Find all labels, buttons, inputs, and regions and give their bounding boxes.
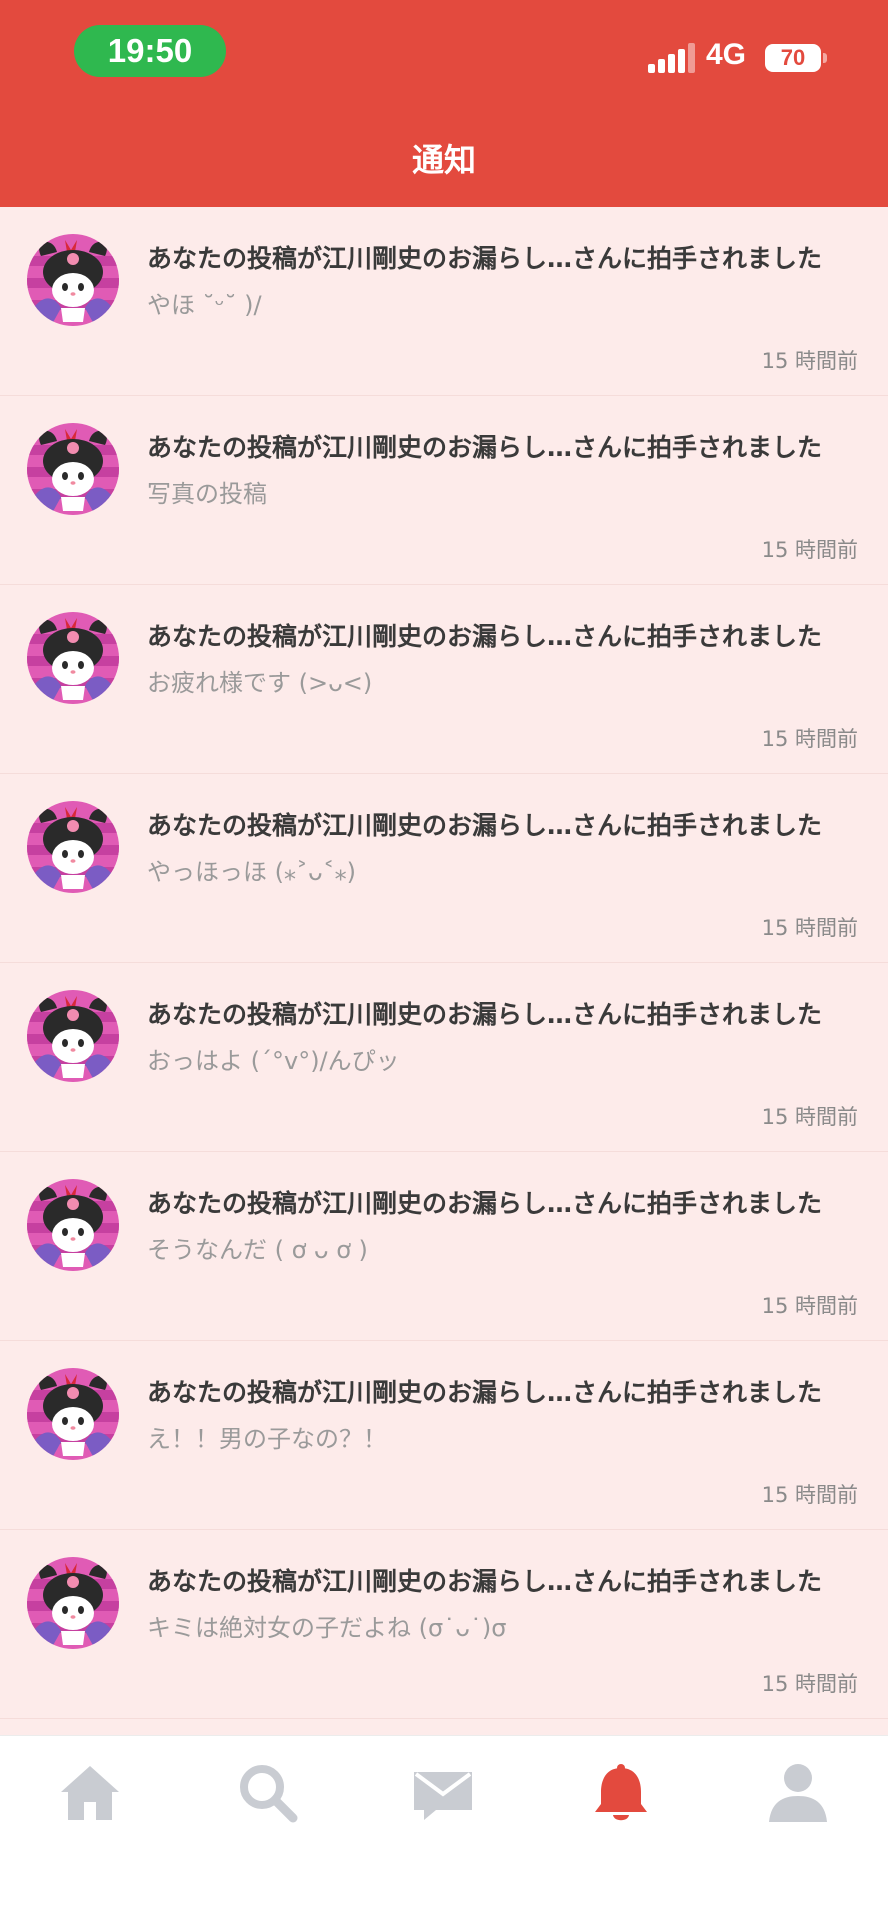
notification-item[interactable]: あなたの投稿が江川剛史のお漏らし…さんに拍手されました やほ ˘ᵕ˘ )/ 15 時… [0, 207, 888, 396]
notification-message: あなたの投稿が江川剛史のお漏らし…さんに拍手されました [147, 811, 823, 840]
status-time: 19:50 [74, 25, 226, 77]
notification-message: あなたの投稿が江川剛史のお漏らし…さんに拍手されました [147, 622, 823, 651]
mail-icon[interactable] [408, 1758, 478, 1828]
post-excerpt: 写真の投稿 [147, 480, 267, 508]
timestamp: 15 時間前 [761, 1483, 858, 1507]
post-excerpt: やほ ˘ᵕ˘ )/ [147, 291, 262, 319]
avatar[interactable] [27, 612, 119, 704]
notification-item[interactable]: あなたの投稿が江川剛史のお漏らし…さんに拍手されました 写真の投稿 15 時間前 [0, 396, 888, 585]
avatar[interactable] [27, 1179, 119, 1271]
avatar[interactable] [27, 801, 119, 893]
search-icon[interactable] [233, 1758, 303, 1828]
battery-tip [823, 53, 827, 63]
network-type: 4G [706, 38, 747, 71]
notification-message: あなたの投稿が江川剛史のお漏らし…さんに拍手されました [147, 244, 823, 273]
signal-icon [648, 43, 696, 73]
notification-item[interactable]: あなたの投稿が江川剛史のお漏らし…さんに拍手されました やっほっほ (⁎˃ᴗ˂⁎)… [0, 774, 888, 963]
post-excerpt: おっはよ (´°v°)/んぴッ [147, 1047, 400, 1075]
tab-bar [0, 1735, 888, 1921]
notification-message: あなたの投稿が江川剛史のお漏らし…さんに拍手されました [147, 433, 823, 462]
timestamp: 15 時間前 [761, 1672, 858, 1696]
notification-item[interactable]: あなたの投稿が江川剛史のお漏らし…さんに拍手されました おっはよ (´°v°)/ん… [0, 963, 888, 1152]
timestamp: 15 時間前 [761, 538, 858, 562]
avatar[interactable] [27, 234, 119, 326]
timestamp: 15 時間前 [761, 727, 858, 751]
header: 19:50 4G 70 通知 [0, 0, 888, 207]
notification-message: あなたの投稿が江川剛史のお漏らし…さんに拍手されました [147, 1378, 823, 1407]
timestamp: 15 時間前 [761, 1294, 858, 1318]
notification-item[interactable]: あなたの投稿が江川剛史のお漏らし…さんに拍手されました お疲れ様です (>ᴗ<) 1… [0, 585, 888, 774]
battery-icon: 70 [765, 44, 821, 72]
post-excerpt: そうなんだ ( ơ ᴗ ơ ) [147, 1236, 368, 1264]
home-icon[interactable] [55, 1758, 125, 1828]
timestamp: 15 時間前 [761, 349, 858, 373]
profile-icon[interactable] [763, 1758, 833, 1828]
avatar[interactable] [27, 423, 119, 515]
notification-list: あなたの投稿が江川剛史のお漏らし…さんに拍手されました やほ ˘ᵕ˘ )/ 15 時… [0, 207, 888, 1735]
notification-item[interactable]: あなたの投稿が江川剛史のお漏らし…さんに拍手されました そうなんだ ( ơ ᴗ ơ… [0, 1152, 888, 1341]
notification-item[interactable]: あなたの投稿が江川剛史のお漏らし…さんに拍手されました え！！男の子なの？！ 15 … [0, 1341, 888, 1530]
avatar[interactable] [27, 990, 119, 1082]
notification-message: あなたの投稿が江川剛史のお漏らし…さんに拍手されました [147, 1189, 823, 1218]
bell-icon[interactable] [586, 1758, 656, 1828]
notification-message: あなたの投稿が江川剛史のお漏らし…さんに拍手されました [147, 1567, 823, 1596]
timestamp: 15 時間前 [761, 916, 858, 940]
timestamp: 15 時間前 [761, 1105, 858, 1129]
notification-item[interactable]: あなたの投稿が江川剛史のお漏らし…さんに拍手されました キミは絶対女の子だよね (… [0, 1530, 888, 1719]
post-excerpt: やっほっほ (⁎˃ᴗ˂⁎) [147, 858, 357, 886]
notification-message: あなたの投稿が江川剛史のお漏らし…さんに拍手されました [147, 1000, 823, 1029]
avatar[interactable] [27, 1557, 119, 1649]
avatar[interactable] [27, 1368, 119, 1460]
post-excerpt: お疲れ様です (>ᴗ<) [147, 669, 373, 697]
post-excerpt: え！！男の子なの？！ [147, 1425, 387, 1453]
page-title: 通知 [411, 141, 476, 179]
post-excerpt: キミは絶対女の子だよね (σ˙ᴗ˙)σ [147, 1614, 507, 1642]
